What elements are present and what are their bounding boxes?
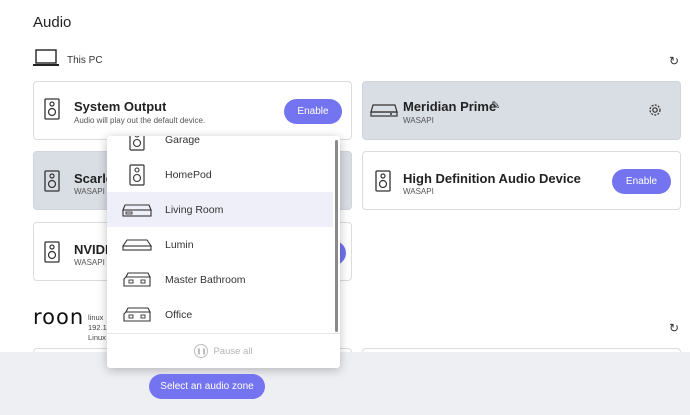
speaker-icon [44, 241, 60, 268]
device-name: System Output [74, 99, 167, 114]
device-name: Meridian Prime [403, 99, 497, 114]
device-subtitle: WASAPI [74, 187, 105, 196]
device-card-meridian-prime[interactable]: Meridian Prime ✎ WASAPI [362, 81, 681, 140]
zone-item-living-room[interactable]: Living Room [107, 192, 333, 227]
gear-icon[interactable] [648, 103, 662, 122]
device-card-system-output[interactable]: System Output Audio will play out the de… [33, 81, 352, 140]
select-audio-zone-button[interactable]: Select an audio zone [149, 374, 265, 399]
zone-item-master-bathroom[interactable]: Master Bathroom [107, 262, 333, 297]
device-name: NVIDI [74, 242, 109, 257]
footer-bar [0, 352, 690, 415]
device-subtitle: WASAPI [403, 187, 434, 196]
streamer-icon [122, 198, 152, 222]
speaker-icon [122, 136, 152, 152]
zone-item-label: Office [165, 308, 193, 321]
device-subtitle: WASAPI [403, 116, 434, 125]
pause-all-label: Pause all [213, 345, 253, 357]
zone-item-label: Lumin [165, 238, 194, 251]
device-name: High Definition Audio Device [403, 171, 581, 186]
speaker-icon [122, 163, 152, 187]
zone-item-office[interactable]: Office [107, 297, 333, 332]
zone-item-label: HomePod [165, 168, 212, 181]
enable-button[interactable]: Enable [612, 169, 671, 194]
refresh-icon[interactable]: ↻ [669, 55, 679, 67]
zone-dropdown: Garage HomePod Living Room Lumin Master [107, 136, 340, 368]
pause-icon: ❚❚ [194, 344, 209, 358]
zone-item-homepod[interactable]: HomePod [107, 157, 333, 192]
section-header-this-pc: This PC [33, 49, 103, 72]
streamer-icon [122, 233, 152, 257]
roon-logo: roon [33, 305, 85, 329]
enable-button[interactable]: Enable [284, 99, 342, 124]
device-subtitle: Audio will play out the default device. [74, 116, 206, 125]
amplifier-icon [122, 268, 152, 292]
roon-meta-line: 192.1 [88, 323, 107, 332]
roon-meta-line: linux [88, 313, 104, 322]
device-card-hd-audio[interactable]: High Definition Audio Device WASAPI Enab… [362, 151, 681, 210]
page-title: Audio [33, 14, 72, 31]
zone-item-label: Master Bathroom [165, 273, 246, 286]
zone-item-label: Garage [165, 136, 201, 146]
zone-item-lumin[interactable]: Lumin [107, 227, 333, 262]
laptop-icon [33, 49, 59, 72]
device-subtitle: WASAPI [74, 258, 105, 267]
amplifier-icon [122, 303, 152, 327]
dropdown-scrollbar[interactable] [335, 140, 338, 332]
speaker-icon [44, 170, 60, 197]
section-label: This PC [67, 55, 103, 66]
speaker-icon [44, 98, 60, 125]
speaker-icon [375, 170, 391, 197]
zone-list: Garage HomePod Living Room Lumin Master [107, 136, 333, 333]
pause-all-button[interactable]: ❚❚ Pause all [107, 333, 340, 368]
zone-item-garage[interactable]: Garage [107, 136, 333, 157]
zone-item-label: Living Room [165, 203, 224, 216]
refresh-icon[interactable]: ↻ [669, 322, 679, 334]
roon-core-info: linux 192.1 Linux [88, 313, 107, 343]
pencil-icon[interactable]: ✎ [491, 99, 500, 112]
amplifier-icon [369, 101, 399, 122]
roon-meta-line: Linux [88, 333, 106, 342]
